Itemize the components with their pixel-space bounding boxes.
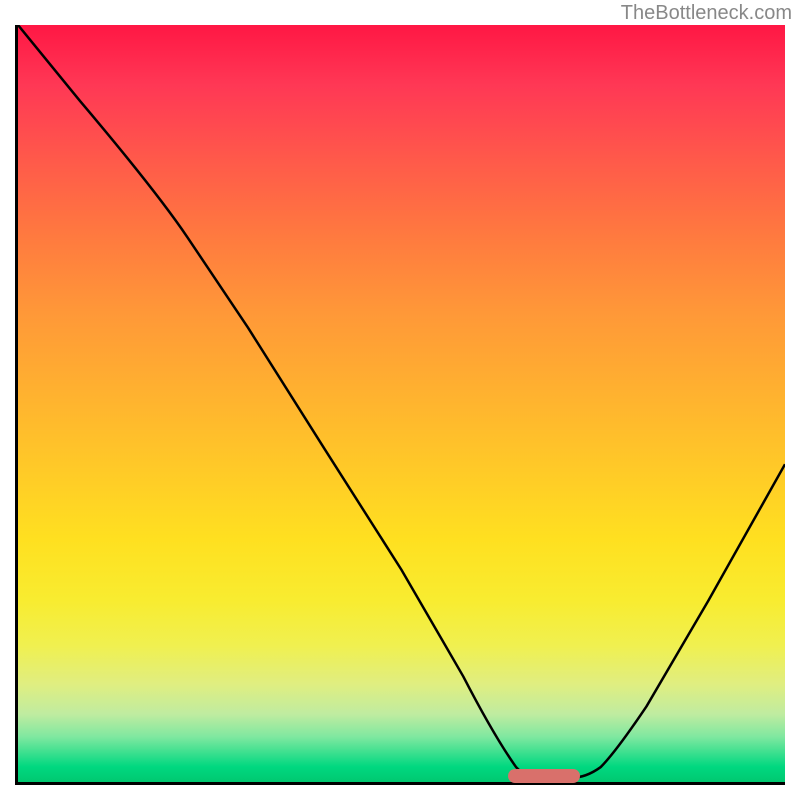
bottleneck-curve-path — [18, 25, 785, 778]
optimum-range-marker — [508, 769, 580, 783]
watermark-text: TheBottleneck.com — [621, 2, 792, 25]
bottleneck-curve-svg — [18, 25, 785, 782]
chart-plot-area — [15, 25, 785, 785]
